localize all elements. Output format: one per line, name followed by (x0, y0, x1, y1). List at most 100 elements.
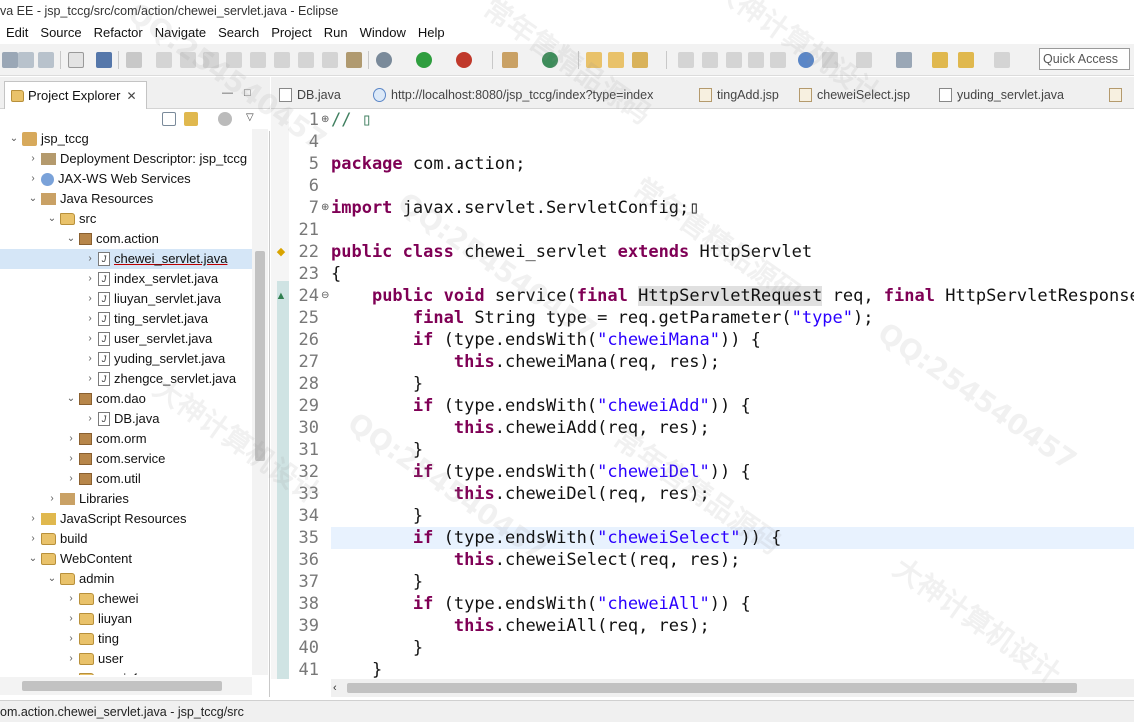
code-line[interactable]: this.cheweiSelect(req, res); (331, 549, 1134, 571)
tree-item[interactable]: › liuyan (0, 609, 252, 629)
tree-item[interactable]: ⌄ WebContent (0, 549, 252, 569)
block-selection-icon[interactable] (726, 52, 742, 68)
collapsed-twisty-icon[interactable]: › (84, 289, 96, 309)
editor-tab[interactable]: cheweiSelect.jsp (799, 83, 910, 107)
code-line[interactable]: } (331, 659, 1134, 679)
forward-icon[interactable] (958, 52, 974, 68)
editor-horizontal-scrollbar[interactable]: ‹ (331, 679, 1134, 697)
collapsed-twisty-icon[interactable]: › (84, 309, 96, 329)
next-annotation-icon[interactable] (822, 52, 838, 68)
code-editor[interactable]: ◆ ▲ 1 4 5 6 7 21 22 23 24 25 26 27 28 29 30 31 32 33 34 35 36… (271, 109, 1134, 679)
collapse-all-icon[interactable] (162, 112, 176, 126)
link-with-editor-icon[interactable] (184, 112, 198, 126)
menu-run[interactable]: Run (319, 22, 355, 44)
quick-access-field[interactable]: Quick Access (1039, 48, 1130, 70)
menu-source[interactable]: Source (35, 22, 88, 44)
tree-item[interactable]: ⌄ jsp_tccg (0, 129, 252, 149)
code-line[interactable]: public void service(final HttpServletReq… (331, 285, 1134, 307)
tree-item[interactable]: › build (0, 529, 252, 549)
tree-item[interactable]: › Jindex_servlet.java (0, 269, 252, 289)
code-line[interactable]: } (331, 439, 1134, 461)
tree-item[interactable]: › com.util (0, 469, 252, 489)
tree-item[interactable]: › Jliuyan_servlet.java (0, 289, 252, 309)
step-return-icon[interactable] (298, 52, 314, 68)
code-line[interactable]: this.cheweiAll(req, res); (331, 615, 1134, 637)
globe-icon[interactable] (798, 52, 814, 68)
menu-window[interactable]: Window (355, 22, 413, 44)
menu-edit[interactable]: Edit (0, 22, 35, 44)
tree-vertical-scrollbar[interactable] (252, 129, 268, 675)
tree-item[interactable]: › Jting_servlet.java (0, 309, 252, 329)
code-line[interactable]: if (type.endsWith("cheweiAll")) { (331, 593, 1134, 615)
back-icon[interactable] (932, 52, 948, 68)
tree-item[interactable]: ⌄ com.action (0, 229, 252, 249)
close-icon[interactable]: ✕ (126, 89, 136, 103)
expanded-twisty-icon[interactable]: ⌄ (65, 389, 77, 409)
view-menu-icon[interactable]: ▽ (246, 112, 256, 123)
expand-fold-icon[interactable]: ⊕ (321, 202, 329, 213)
menu-search[interactable]: Search (213, 22, 266, 44)
menu-help[interactable]: Help (413, 22, 452, 44)
maximize-icon[interactable]: □ (244, 87, 251, 99)
binary-icon[interactable] (68, 52, 84, 68)
scroll-thumb[interactable] (22, 681, 222, 691)
tree-item[interactable]: › com.service (0, 449, 252, 469)
code-line[interactable]: } (331, 505, 1134, 527)
code-line[interactable]: public class chewei_servlet extends Http… (331, 241, 1134, 263)
skip-breakpoints-icon[interactable] (126, 52, 142, 68)
gear-icon[interactable] (218, 112, 232, 126)
expanded-twisty-icon[interactable]: ⌄ (46, 209, 58, 229)
tree-item[interactable]: › ting (0, 629, 252, 649)
editor-tab[interactable]: yuding_servlet.java (939, 83, 1064, 107)
expanded-twisty-icon[interactable]: ⌄ (27, 549, 39, 569)
annotation-icon[interactable] (678, 52, 694, 68)
collapsed-twisty-icon[interactable]: › (84, 349, 96, 369)
console-icon[interactable] (96, 52, 112, 68)
scroll-thumb[interactable] (347, 683, 1077, 693)
collapse-fold-icon[interactable]: ⊖ (321, 290, 329, 301)
tree-item[interactable]: › Libraries (0, 489, 252, 509)
open-type-icon[interactable] (586, 52, 602, 68)
search-icon[interactable] (632, 52, 648, 68)
new-icon[interactable] (2, 52, 18, 68)
collapsed-twisty-icon[interactable]: › (84, 409, 96, 429)
code-line[interactable]: } (331, 373, 1134, 395)
collapsed-twisty-icon[interactable]: › (27, 149, 39, 169)
drop-to-frame-icon[interactable] (322, 52, 338, 68)
collapsed-twisty-icon[interactable]: › (84, 269, 96, 289)
collapsed-twisty-icon[interactable]: › (84, 369, 96, 389)
pin-icon[interactable] (856, 52, 872, 68)
collapsed-twisty-icon[interactable]: › (65, 649, 77, 669)
override-indicator-icon[interactable]: ▲ (275, 290, 287, 302)
pilcrow-icon[interactable] (770, 52, 786, 68)
collapsed-twisty-icon[interactable]: › (27, 529, 39, 549)
external-tools-icon[interactable] (502, 52, 518, 68)
debug-icon[interactable] (376, 52, 392, 68)
collapsed-twisty-icon[interactable]: › (65, 629, 77, 649)
code-line[interactable]: this.cheweiAdd(req, res); (331, 417, 1134, 439)
tree-item[interactable]: › Juser_servlet.java (0, 329, 252, 349)
step-over-icon[interactable] (274, 52, 290, 68)
tree-item[interactable]: › J DB.java (0, 409, 252, 429)
code-line[interactable] (331, 219, 1134, 241)
editor-tab[interactable]: DB.java (279, 83, 341, 107)
save-icon[interactable] (18, 52, 34, 68)
tree-item[interactable]: › Jyuding_servlet.java (0, 349, 252, 369)
use-step-filters-icon[interactable] (346, 52, 362, 68)
code-line[interactable]: } (331, 637, 1134, 659)
collapsed-twisty-icon[interactable]: › (65, 589, 77, 609)
more-tabs-icon[interactable] (1109, 83, 1127, 107)
code-line[interactable]: import javax.servlet.ServletConfig;▯ (331, 197, 1134, 219)
new-java-class-icon[interactable] (542, 52, 558, 68)
tab-project-explorer[interactable]: Project Explorer ✕ (4, 81, 147, 109)
collapsed-twisty-icon[interactable]: › (65, 609, 77, 629)
run-icon[interactable] (416, 52, 432, 68)
run-server-icon[interactable] (456, 52, 472, 68)
tree-item[interactable]: ⌄ Java Resources (0, 189, 252, 209)
collapsed-twisty-icon[interactable]: › (27, 169, 39, 189)
code-line[interactable] (331, 175, 1134, 197)
code-line[interactable]: package com.action; (331, 153, 1134, 175)
collapsed-twisty-icon[interactable]: › (65, 669, 77, 675)
expanded-twisty-icon[interactable]: ⌄ (27, 189, 39, 209)
tree-horizontal-scrollbar[interactable] (0, 677, 252, 695)
